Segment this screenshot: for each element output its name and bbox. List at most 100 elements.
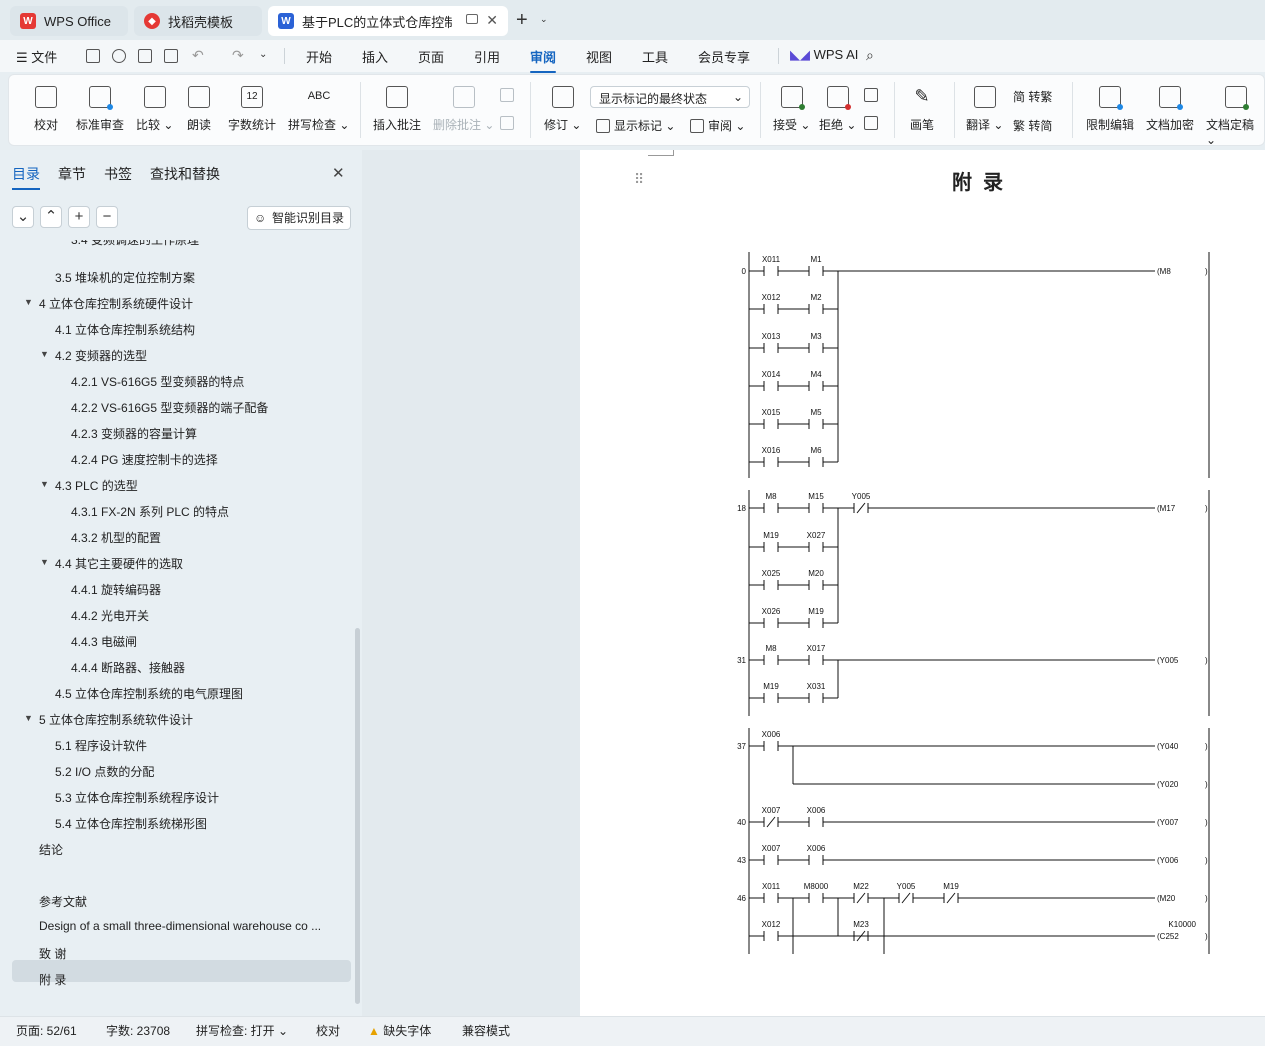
panel-tab-chapter[interactable]: 章节 [58,164,86,184]
page-indicator[interactable]: 页面: 52/61 [16,1022,77,1039]
file-menu[interactable]: ☰ 文件 [16,47,57,66]
accept-button[interactable]: 接受 ⌄ [773,86,810,133]
menu-item-reference[interactable]: 引用 [474,47,500,66]
add-heading-button[interactable]: + [68,206,90,228]
chevron-down-icon[interactable]: ⌄ [540,14,548,25]
menu-item-review[interactable]: 审阅 [530,47,557,73]
toc-item[interactable]: 4.4.1 旋转编码器 [71,581,161,598]
toc-item[interactable]: 4.3.2 机型的配置 [71,529,161,546]
scrollbar[interactable] [355,628,360,1004]
toc-item[interactable]: 4.2.2 VS-616G5 型变频器的端子配备 [71,399,268,416]
menu-item-view[interactable]: 视图 [586,47,612,66]
menu-item-page[interactable]: 页面 [418,47,444,66]
toc-item[interactable]: 4.3 PLC 的选型 [55,477,138,494]
menu-item-insert[interactable]: 插入 [362,47,388,66]
menu-item-start[interactable]: 开始 [306,47,332,66]
toc-item[interactable]: 参考文献 [39,893,87,910]
expand-triangle-icon[interactable]: ▼ [40,557,49,567]
toc-item[interactable]: Design of a small three-dimensional ware… [39,919,321,933]
expand-triangle-icon[interactable]: ▼ [24,297,33,307]
save-icon[interactable] [86,49,100,63]
toc-item[interactable]: 4.4.3 电磁闸 [71,633,137,650]
next-comment-button[interactable] [500,116,518,130]
toc-item[interactable]: 4.1 立体仓库控制系统结构 [55,321,195,338]
tab-docer[interactable]: ◆ 找稻壳模板 [134,6,262,36]
show-markup-button[interactable]: 显示标记 ⌄ [596,117,675,134]
reject-button[interactable]: 拒绝 ⌄ [819,86,856,133]
toc-item[interactable]: 3.5 堆垛机的定位控制方案 [55,269,195,286]
undo-icon[interactable]: ↶ [192,47,204,64]
proof-indicator[interactable]: 校对 [316,1022,340,1039]
chevron-down-icon[interactable]: ⌄ [259,49,267,60]
toc-item[interactable]: 附 录 [39,971,66,988]
panel-tab-bookmark[interactable]: 书签 [104,164,132,184]
plus-icon[interactable]: + [516,9,528,32]
std-review-button[interactable]: 标准审查 [76,86,124,133]
read-aloud-button[interactable]: 朗读 [187,86,211,133]
smart-toc-button[interactable]: ☺ 智能识别目录 [247,206,351,230]
tab-wps-office[interactable]: W WPS Office [10,6,128,36]
panel-tab-find-replace[interactable]: 查找和替换 [150,164,220,184]
pen-button[interactable]: ✎ 画笔 [910,86,934,133]
finalize-button[interactable]: 文档定稿 ⌄ [1206,86,1265,147]
print-icon[interactable] [138,49,152,63]
translate-button[interactable]: 翻译 ⌄ [966,86,1003,133]
toc-item[interactable]: 4.2.3 变频器的容量计算 [71,425,197,442]
redo-icon[interactable]: ↷ [232,47,244,64]
insert-comment-button[interactable]: 插入批注 [373,86,421,133]
expand-triangle-icon[interactable]: ▼ [40,349,49,359]
panel-tab-toc[interactable]: 目录 [12,164,40,190]
menu-item-tools[interactable]: 工具 [642,47,668,66]
spell-check-indicator[interactable]: 拼写检查: 打开 ⌄ [196,1022,288,1039]
close-icon[interactable]: ✕ [486,12,498,29]
expand-up-button[interactable]: ⌃ [40,206,62,228]
tab-document[interactable]: W 基于PLC的立体式仓库控制系统 ✕ [268,6,508,36]
compat-mode-indicator[interactable]: 兼容模式 [462,1022,510,1039]
menu-item-member[interactable]: 会员专享 [698,47,750,66]
delete-comment-button[interactable]: 删除批注 ⌄ [433,86,494,133]
toc-item[interactable]: 5 立体仓库控制系统软件设计 [39,711,193,728]
track-changes-button[interactable]: 修订 ⌄ [544,86,581,133]
toc-item[interactable]: 4.2.1 VS-616G5 型变频器的特点 [71,373,244,390]
toc-item[interactable]: 5.3 立体仓库控制系统程序设计 [55,789,219,806]
toc-item[interactable]: 4.4.2 光电开关 [71,607,149,624]
encrypt-button[interactable]: 文档加密 [1146,86,1194,133]
restrict-edit-button[interactable]: 限制编辑 [1086,86,1134,133]
compare-button[interactable]: 比较 ⌄ [136,86,173,133]
toc-item[interactable]: 4.4 其它主要硬件的选取 [55,555,183,572]
to-simplified-button[interactable]: 繁 转简 [1013,117,1052,134]
prev-comment-button[interactable] [500,88,518,102]
word-count-indicator[interactable]: 字数: 23708 [106,1022,170,1039]
share-icon[interactable] [112,49,126,63]
word-count-button[interactable]: 12 字数统计 [228,86,276,133]
toc-item[interactable]: 致 谢 [39,945,66,962]
toc-item[interactable]: 4.4.4 断路器、接触器 [71,659,185,676]
print-preview-icon[interactable] [164,49,178,63]
search-icon[interactable]: ⌕ [866,47,874,64]
expand-triangle-icon[interactable]: ▼ [24,713,33,723]
remove-heading-button[interactable]: − [96,206,118,228]
collapse-all-button[interactable]: ⌄ [12,206,34,228]
next-change-button[interactable] [864,116,882,130]
toc-item[interactable]: 5.4 立体仓库控制系统梯形图 [55,815,207,832]
to-traditional-button[interactable]: 简 转繁 [1013,88,1052,105]
markup-state-select[interactable]: 显示标记的最终状态 ⌄ [590,86,750,108]
monitor-icon[interactable] [466,14,478,24]
review-pane-button[interactable]: 审阅 ⌄ [690,117,745,134]
toc-item[interactable]: 结论 [39,841,63,858]
wps-ai-button[interactable]: ◣◢ WPS AI [790,47,858,63]
toc-item[interactable]: 5.2 I/O 点数的分配 [55,763,154,780]
missing-font-indicator[interactable]: ▲ 缺失字体 [368,1022,431,1039]
spell-check-button[interactable]: ABC 拼写检查 ⌄ [288,86,349,133]
toc-item[interactable]: 4.5 立体仓库控制系统的电气原理图 [55,685,243,702]
toc-item[interactable]: 4.3.1 FX-2N 系列 PLC 的特点 [71,503,229,520]
close-panel-icon[interactable]: ✕ [332,164,345,182]
toc-item[interactable]: 4.2.4 PG 速度控制卡的选择 [71,451,218,468]
proof-button[interactable]: 校对 [34,86,58,133]
toc-item[interactable]: 5.1 程序设计软件 [55,737,147,754]
toc-item[interactable]: 4 立体仓库控制系统硬件设计 [39,295,193,312]
prev-change-button[interactable] [864,88,882,102]
toc-item[interactable]: 3.4 变频调速的工作原理 [71,240,199,247]
expand-triangle-icon[interactable]: ▼ [40,479,49,489]
toc-item[interactable]: 4.2 变频器的选型 [55,347,147,364]
